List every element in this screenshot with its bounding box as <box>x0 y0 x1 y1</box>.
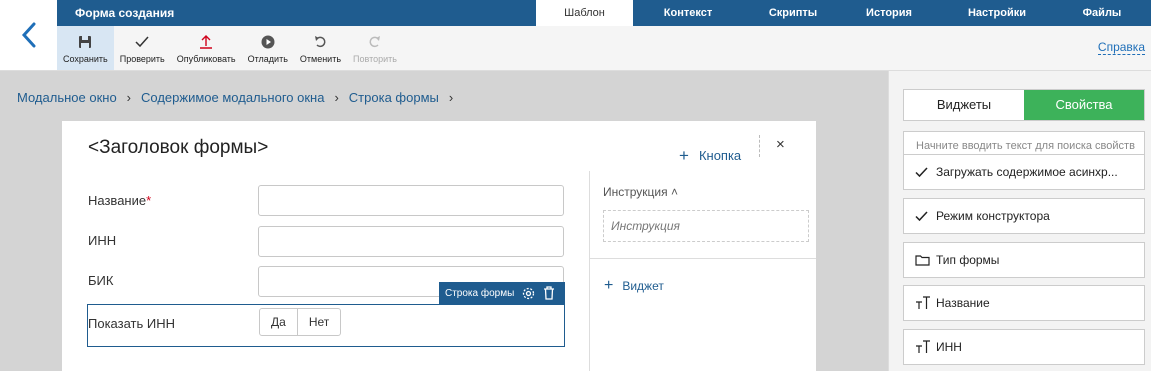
no-option[interactable]: Нет <box>296 309 340 335</box>
gear-icon[interactable] <box>522 287 535 300</box>
chevron-up-icon: ˄ <box>670 185 678 199</box>
breadcrumb-modal[interactable]: Модальное окно <box>17 90 117 105</box>
plus-icon: + <box>679 146 689 165</box>
add-button-label: Кнопка <box>698 148 742 163</box>
save-label: Сохранить <box>63 53 108 64</box>
yes-option[interactable]: Да <box>260 309 297 335</box>
page-title: Форма создания <box>75 6 175 20</box>
column-divider <box>589 171 590 371</box>
modal-title[interactable]: <Заголовок формы> <box>88 137 268 159</box>
toolbar: Сохранить Проверить Опубликовать Отладит… <box>57 26 1151 71</box>
form-row-toolbar: Строка формы <box>439 282 565 304</box>
header-tabs: Шаблон Контекст Скрипты История Настройк… <box>536 0 1145 26</box>
required-marker: * <box>146 193 152 208</box>
property-name[interactable]: Название <box>903 285 1145 321</box>
property-label: ИНН <box>936 340 962 354</box>
debug-label: Отладить <box>247 53 288 64</box>
trash-icon[interactable] <box>543 286 555 300</box>
breadcrumb-modal-content[interactable]: Содержимое модального окна <box>141 90 324 105</box>
tab-template[interactable]: Шаблон <box>536 0 633 26</box>
instruction-field[interactable]: Инструкция <box>603 210 809 242</box>
publish-label: Опубликовать <box>176 53 236 64</box>
check-icon <box>135 33 149 51</box>
tab-history[interactable]: История <box>843 0 935 26</box>
chevron-right-icon: › <box>448 90 454 105</box>
help-link[interactable]: Справка <box>1097 40 1145 55</box>
chevron-left-icon <box>21 22 35 48</box>
floppy-icon <box>78 33 92 51</box>
tab-widgets[interactable]: Виджеты <box>904 90 1024 120</box>
property-label: Тип формы <box>936 253 1000 267</box>
modal-preview: <Заголовок формы> + Кнопка × Название* И… <box>62 121 816 371</box>
name-input[interactable] <box>258 185 564 216</box>
yes-no-toggle: Да Нет <box>259 308 342 336</box>
add-widget-label: Виджет <box>622 279 664 293</box>
header-bar: Форма создания Шаблон Контекст Скрипты И… <box>57 0 1151 26</box>
debug-button[interactable]: Отладить <box>242 26 294 70</box>
close-icon[interactable]: × <box>776 136 785 153</box>
drag-handle[interactable] <box>759 135 763 157</box>
add-widget-button[interactable]: + Виджет <box>604 277 664 294</box>
tab-properties[interactable]: Свойства <box>1024 90 1144 120</box>
field-label-name: Название* <box>88 193 152 208</box>
field-label-inn: ИНН <box>88 233 117 248</box>
check-icon <box>915 166 931 178</box>
text-icon <box>915 296 931 310</box>
property-label: Загружать содержимое асинхр... <box>936 165 1118 179</box>
property-designer-mode[interactable]: Режим конструктора <box>903 198 1145 234</box>
property-label: Название <box>936 296 990 310</box>
save-button[interactable]: Сохранить <box>57 26 114 70</box>
form-row-tag-label: Строка формы <box>445 287 515 299</box>
upload-icon <box>199 33 213 51</box>
inn-input[interactable] <box>258 226 564 257</box>
breadcrumb-form-row[interactable]: Строка формы <box>349 90 439 105</box>
instruction-header[interactable]: Инструкция ˄ <box>603 185 678 199</box>
chevron-right-icon: › <box>126 90 132 105</box>
back-button[interactable] <box>0 0 57 71</box>
property-label: Режим конструктора <box>936 209 1050 223</box>
breadcrumb: Модальное окно › Содержимое модального о… <box>17 90 463 105</box>
property-async-load[interactable]: Загружать содержимое асинхр... <box>903 154 1145 190</box>
panel-tabs: Виджеты Свойства <box>903 89 1145 121</box>
chevron-right-icon: › <box>334 90 339 105</box>
folder-icon <box>915 254 931 266</box>
field-label-bik: БИК <box>88 273 114 288</box>
undo-icon <box>314 33 326 51</box>
design-canvas: Модальное окно › Содержимое модального о… <box>0 71 888 371</box>
check-icon <box>915 210 931 222</box>
undo-label: Отменить <box>299 53 342 64</box>
check-button[interactable]: Проверить <box>114 26 171 70</box>
redo-button[interactable]: Повторить <box>347 26 403 70</box>
section-divider <box>589 258 816 259</box>
tab-context[interactable]: Контекст <box>633 0 743 26</box>
play-icon <box>261 33 275 51</box>
add-button-button[interactable]: + Кнопка <box>679 146 742 165</box>
publish-button[interactable]: Опубликовать <box>171 26 242 70</box>
properties-panel: Виджеты Свойства Начните вводить текст д… <box>888 71 1151 371</box>
tab-scripts[interactable]: Скрипты <box>743 0 843 26</box>
undo-button[interactable]: Отменить <box>294 26 347 70</box>
redo-label: Повторить <box>353 53 397 64</box>
plus-icon: + <box>604 277 614 294</box>
tab-files[interactable]: Файлы <box>1059 0 1145 26</box>
check-label: Проверить <box>119 53 165 64</box>
tab-settings[interactable]: Настройки <box>935 0 1059 26</box>
property-form-type[interactable]: Тип формы <box>903 242 1145 278</box>
property-inn[interactable]: ИНН <box>903 329 1145 365</box>
toggle-label: Показать ИНН <box>88 316 175 331</box>
text-icon <box>915 340 931 354</box>
redo-icon <box>369 33 381 51</box>
